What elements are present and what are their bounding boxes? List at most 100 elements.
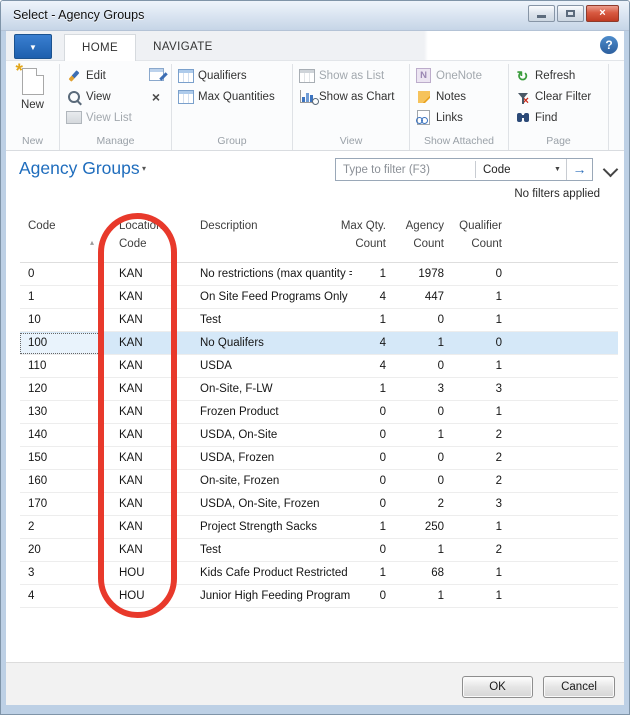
column-header-location-code[interactable]: Location Code bbox=[119, 217, 162, 254]
cell-qualifier-count[interactable]: 1 bbox=[450, 567, 508, 579]
table-row[interactable]: 4 HOU Junior High Feeding Program 0 1 1 bbox=[20, 585, 618, 608]
cell-max-qty-count[interactable]: 0 bbox=[352, 406, 392, 418]
cell-code[interactable]: 160 bbox=[20, 471, 102, 492]
table-row[interactable]: 100 KAN No Qualifers 4 1 0 bbox=[20, 332, 618, 355]
cell-qualifier-count[interactable]: 1 bbox=[450, 360, 508, 372]
cell-max-qty-count[interactable]: 4 bbox=[352, 337, 392, 349]
cell-description[interactable]: USDA bbox=[182, 360, 352, 372]
cell-max-qty-count[interactable]: 1 bbox=[352, 567, 392, 579]
cell-location-code[interactable]: KAN bbox=[102, 452, 182, 464]
cell-location-code[interactable]: KAN bbox=[102, 314, 182, 326]
cell-location-code[interactable]: KAN bbox=[102, 475, 182, 487]
maximize-button[interactable] bbox=[557, 5, 584, 22]
table-row[interactable]: 160 KAN On-site, Frozen 0 0 2 bbox=[20, 470, 618, 493]
filter-input[interactable]: Type to filter (F3) bbox=[336, 164, 475, 176]
cell-description[interactable]: Test bbox=[182, 314, 352, 326]
links-button[interactable]: Links bbox=[436, 112, 503, 124]
cell-qualifier-count[interactable]: 1 bbox=[450, 521, 508, 533]
table-row[interactable]: 3 HOU Kids Cafe Product Restricted 1 68 … bbox=[20, 562, 618, 585]
cell-code[interactable]: 170 bbox=[20, 494, 102, 515]
application-menu-button[interactable]: ▼ bbox=[14, 34, 52, 59]
minimize-button[interactable] bbox=[528, 5, 555, 22]
cell-agency-count[interactable]: 0 bbox=[392, 314, 450, 326]
ok-button[interactable]: OK bbox=[462, 676, 533, 698]
cancel-button[interactable]: Cancel bbox=[543, 676, 615, 698]
cell-agency-count[interactable]: 0 bbox=[392, 452, 450, 464]
cell-agency-count[interactable]: 0 bbox=[392, 406, 450, 418]
cell-qualifier-count[interactable]: 1 bbox=[450, 406, 508, 418]
page-title-caret-icon[interactable]: ▾ bbox=[142, 164, 146, 173]
cell-agency-count[interactable]: 447 bbox=[392, 291, 450, 303]
cell-description[interactable]: Frozen Product bbox=[182, 406, 352, 418]
cell-description[interactable]: Kids Cafe Product Restricted bbox=[182, 567, 352, 579]
cell-code[interactable]: 0 bbox=[20, 264, 102, 285]
cell-agency-count[interactable]: 1 bbox=[392, 590, 450, 602]
cell-qualifier-count[interactable]: 2 bbox=[450, 475, 508, 487]
cell-qualifier-count[interactable]: 0 bbox=[450, 268, 508, 280]
cell-location-code[interactable]: KAN bbox=[102, 406, 182, 418]
cell-code[interactable]: 1 bbox=[20, 287, 102, 308]
cell-max-qty-count[interactable]: 0 bbox=[352, 544, 392, 556]
cell-location-code[interactable]: KAN bbox=[102, 337, 182, 349]
cell-agency-count[interactable]: 2 bbox=[392, 498, 450, 510]
view-button[interactable]: View bbox=[86, 91, 146, 103]
close-button[interactable]: × bbox=[586, 5, 619, 22]
table-row[interactable]: 10 KAN Test 1 0 1 bbox=[20, 309, 618, 332]
clear-filter-button[interactable]: Clear Filter bbox=[535, 91, 603, 103]
notes-button[interactable]: Notes bbox=[436, 91, 503, 103]
cell-max-qty-count[interactable]: 4 bbox=[352, 291, 392, 303]
table-row[interactable]: 20 KAN Test 0 1 2 bbox=[20, 539, 618, 562]
cell-location-code[interactable]: KAN bbox=[102, 429, 182, 441]
table-row[interactable]: 0 KAN No restrictions (max quantity = 5.… bbox=[20, 263, 618, 286]
cell-location-code[interactable]: KAN bbox=[102, 498, 182, 510]
table-row[interactable]: 130 KAN Frozen Product 0 0 1 bbox=[20, 401, 618, 424]
cell-description[interactable]: No Qualifers bbox=[182, 337, 352, 349]
cell-agency-count[interactable]: 0 bbox=[392, 475, 450, 487]
cell-qualifier-count[interactable]: 2 bbox=[450, 429, 508, 441]
table-row[interactable]: 1 KAN On Site Feed Programs Only 4 447 1 bbox=[20, 286, 618, 309]
cell-qualifier-count[interactable]: 3 bbox=[450, 498, 508, 510]
table-row[interactable]: 110 KAN USDA 4 0 1 bbox=[20, 355, 618, 378]
table-row[interactable]: 140 KAN USDA, On-Site 0 1 2 bbox=[20, 424, 618, 447]
cell-location-code[interactable]: KAN bbox=[102, 544, 182, 556]
table-row[interactable]: 150 KAN USDA, Frozen 0 0 2 bbox=[20, 447, 618, 470]
new-button[interactable]: * New bbox=[11, 65, 54, 111]
refresh-button[interactable]: Refresh bbox=[535, 70, 603, 82]
cell-code[interactable]: 100 bbox=[20, 333, 102, 354]
cell-code[interactable]: 130 bbox=[20, 402, 102, 423]
cell-max-qty-count[interactable]: 0 bbox=[352, 475, 392, 487]
cell-agency-count[interactable]: 1 bbox=[392, 429, 450, 441]
cell-max-qty-count[interactable]: 0 bbox=[352, 498, 392, 510]
cell-code[interactable]: 4 bbox=[20, 586, 102, 607]
cell-max-qty-count[interactable]: 0 bbox=[352, 429, 392, 441]
cell-location-code[interactable]: KAN bbox=[102, 521, 182, 533]
column-header-code[interactable]: Code bbox=[28, 217, 56, 235]
cell-max-qty-count[interactable]: 1 bbox=[352, 314, 392, 326]
help-button[interactable]: ? bbox=[600, 36, 618, 54]
edit-button[interactable]: Edit bbox=[86, 70, 146, 82]
cell-agency-count[interactable]: 1978 bbox=[392, 268, 450, 280]
column-header-description[interactable]: Description bbox=[200, 217, 258, 235]
cell-code[interactable]: 10 bbox=[20, 310, 102, 331]
table-row[interactable]: 120 KAN On-Site, F-LW 1 3 3 bbox=[20, 378, 618, 401]
cell-qualifier-count[interactable]: 2 bbox=[450, 544, 508, 556]
find-button[interactable]: Find bbox=[535, 112, 603, 124]
cell-code[interactable]: 120 bbox=[20, 379, 102, 400]
cell-description[interactable]: Project Strength Sacks bbox=[182, 521, 352, 533]
cell-qualifier-count[interactable]: 1 bbox=[450, 590, 508, 602]
cell-description[interactable]: USDA, On-Site, Frozen bbox=[182, 498, 352, 510]
cell-max-qty-count[interactable]: 0 bbox=[352, 590, 392, 602]
cell-agency-count[interactable]: 1 bbox=[392, 544, 450, 556]
edit-list-button[interactable] bbox=[146, 68, 166, 84]
cell-description[interactable]: USDA, On-Site bbox=[182, 429, 352, 441]
delete-button[interactable]: × bbox=[146, 89, 166, 105]
expand-pane-chevron-icon[interactable] bbox=[603, 162, 619, 178]
filter-field-select[interactable]: Code bbox=[476, 164, 549, 176]
cell-max-qty-count[interactable]: 1 bbox=[352, 383, 392, 395]
cell-max-qty-count[interactable]: 1 bbox=[352, 268, 392, 280]
cell-qualifier-count[interactable]: 0 bbox=[450, 337, 508, 349]
cell-agency-count[interactable]: 68 bbox=[392, 567, 450, 579]
cell-code[interactable]: 20 bbox=[20, 540, 102, 561]
show-as-chart-button[interactable]: Show as Chart bbox=[319, 91, 404, 103]
cell-location-code[interactable]: KAN bbox=[102, 291, 182, 303]
